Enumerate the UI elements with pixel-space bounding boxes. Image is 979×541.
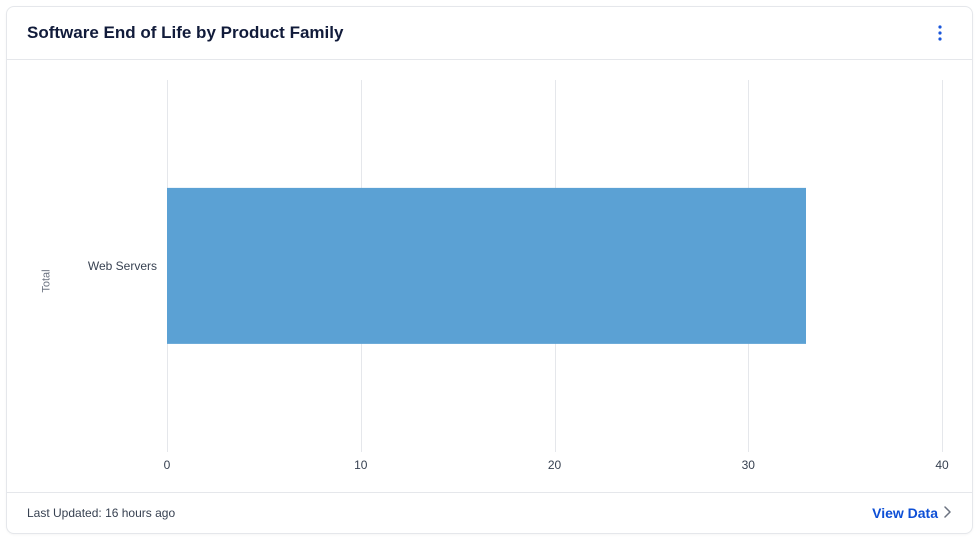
last-updated-value: 16 hours ago [105,506,175,520]
last-updated-prefix: Last Updated: [27,506,102,520]
plot: 010203040 [167,80,942,482]
view-data-label: View Data [872,505,938,521]
more-vertical-icon [938,25,942,41]
chart-area: Total Web Servers 0 10 20 30 40 [7,60,972,492]
x-axis: 010203040 [167,452,942,482]
x-axis-tick: 10 [354,458,367,472]
x-axis-tick: 40 [935,458,948,472]
chart-body: Total Web Servers 010203040 [37,80,942,482]
card-header: Software End of Life by Product Family [7,7,972,60]
x-axis-tick: 30 [742,458,755,472]
chevron-right-icon [944,506,952,521]
y-axis-label: Total [37,80,57,482]
bar[interactable] [167,188,806,344]
gridline [942,80,943,452]
y-axis-label-text: Total [41,269,53,292]
card-menu-button[interactable] [928,21,952,45]
last-updated: Last Updated: 16 hours ago [27,506,175,520]
card-footer: Last Updated: 16 hours ago View Data [7,492,972,533]
x-axis-tick: 0 [164,458,171,472]
category-label: Web Servers [57,259,157,273]
card-title: Software End of Life by Product Family [27,23,343,43]
view-data-button[interactable]: View Data [872,505,952,521]
plot-inner [167,80,942,452]
category-labels: Web Servers [57,80,167,482]
chart-card: Software End of Life by Product Family T… [6,6,973,534]
x-axis-tick: 20 [548,458,561,472]
